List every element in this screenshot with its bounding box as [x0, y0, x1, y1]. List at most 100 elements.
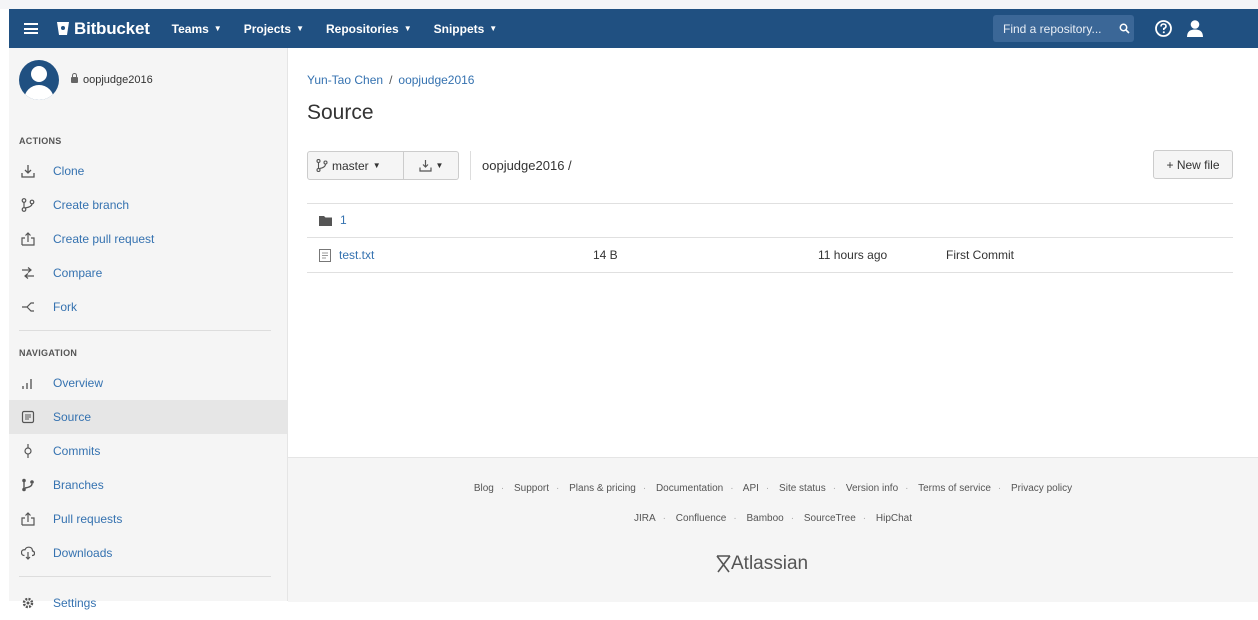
sidebar-item-create-pull-request[interactable]: Create pull request [9, 222, 287, 256]
sidebar-item-pull-requests[interactable]: Pull requests [9, 502, 287, 536]
folder-icon [319, 215, 332, 226]
branch-icon [316, 159, 328, 172]
chevron-down-icon: ▼ [213, 24, 222, 33]
actions-heading: ACTIONS [19, 136, 62, 146]
sidebar-item-label: Downloads [53, 546, 113, 560]
repository-search [993, 15, 1134, 42]
toolbar-separator [470, 151, 471, 180]
sidebar-item-label: Branches [53, 478, 104, 492]
table-row[interactable]: 1 [307, 203, 1233, 237]
sidebar-item-compare[interactable]: Compare [9, 256, 287, 290]
sidebar-divider [19, 330, 271, 331]
sidebar-item-clone[interactable]: Clone [9, 154, 287, 188]
chevron-down-icon: ▼ [489, 24, 498, 33]
sidebar-item-label: Fork [53, 300, 77, 314]
repo-name: oopjudge2016 [83, 74, 153, 86]
footer-link-site-status[interactable]: Site status [779, 483, 826, 494]
chevron-down-icon: ▼ [435, 161, 444, 170]
sidebar-item-downloads[interactable]: Downloads [9, 536, 287, 570]
nav-projects-label: Projects [243, 21, 292, 36]
footer-link-jira[interactable]: JIRA [634, 513, 656, 524]
download-button[interactable]: ▼ [404, 151, 459, 180]
sidebar-item-label: Clone [53, 164, 85, 178]
help-icon[interactable] [1154, 19, 1173, 38]
breadcrumb-repo-link[interactable]: oopjudge2016 [398, 73, 474, 87]
row-divider [307, 272, 1233, 273]
nav-snippets[interactable]: Snippets ▼ [434, 22, 498, 36]
source-toolbar: master ▼ ▼ oopjudge2016 / [307, 150, 572, 181]
top-navigation-bar: Bitbucket Teams ▼ Projects ▼ Repositories ▼… [9, 9, 1258, 48]
breadcrumb-owner-link[interactable]: Yun-Tao Chen [307, 73, 383, 87]
new-file-button[interactable]: + New file [1153, 150, 1233, 179]
file-name-link[interactable]: 1 [340, 213, 347, 227]
nav-repositories[interactable]: Repositories ▼ [326, 22, 412, 36]
current-path: oopjudge2016 / [482, 158, 572, 173]
sidebar-item-label: Overview [53, 376, 104, 390]
sidebar-item-fork[interactable]: Fork [9, 290, 287, 324]
footer-link-plans-pricing[interactable]: Plans & pricing [569, 483, 636, 494]
repo-name-link[interactable]: oopjudge2016 [71, 73, 153, 86]
file-modified-time: 11 hours ago [818, 248, 888, 262]
sidebar-item-source[interactable]: Source [9, 400, 287, 434]
footer-link-sourcetree[interactable]: SourceTree [804, 513, 856, 524]
chevron-down-icon: ▼ [296, 24, 304, 33]
file-text-icon [319, 248, 331, 262]
lock-icon [71, 73, 78, 83]
download-icon [418, 160, 432, 172]
repo-header: oopjudge2016 [19, 60, 153, 100]
file-name-link[interactable]: test.txt [339, 248, 374, 262]
sidebar-item-commits[interactable]: Commits [9, 434, 287, 468]
nav-teams[interactable]: Teams ▼ [172, 22, 222, 36]
top-edge [0, 0, 1258, 9]
search-icon[interactable] [1119, 23, 1130, 34]
footer-link-hipchat[interactable]: HipChat [876, 513, 912, 524]
sidebar-divider [19, 576, 271, 577]
nav-teams-label: Teams [171, 21, 209, 36]
footer-link-blog[interactable]: Blog [474, 483, 494, 494]
sidebar-item-label: Commits [53, 444, 101, 458]
footer-link-version-info[interactable]: Version info [846, 483, 898, 494]
footer-link-support[interactable]: Support [514, 483, 549, 494]
page-title: Source [307, 101, 374, 124]
menu-icon[interactable] [24, 23, 38, 34]
navigation-heading: NAVIGATION [19, 348, 78, 358]
avatar[interactable] [19, 60, 59, 100]
bitbucket-logo[interactable]: Bitbucket [56, 19, 150, 39]
pull-request-icon [17, 232, 39, 246]
atlassian-logo-icon [716, 555, 731, 573]
footer-links-row2: JIRA · Confluence · Bamboo · SourceTree · Hi… [633, 513, 913, 524]
user-icon[interactable] [1185, 18, 1205, 38]
footer-link-confluence[interactable]: Confluence [676, 513, 727, 524]
footer-link-documentation[interactable]: Documentation [656, 483, 723, 494]
settings-icon [17, 596, 39, 610]
footer: Blog · Support · Plans & pricing · Document… [288, 457, 1258, 602]
nav-repositories-label: Repositories [326, 21, 399, 36]
sidebar-item-label: Create pull request [53, 232, 155, 246]
source-icon [17, 410, 39, 424]
nav-projects[interactable]: Projects ▼ [244, 22, 304, 36]
commits-icon [17, 444, 39, 458]
sidebar: oopjudge2016 ACTIONS Clone Create branch… [9, 48, 288, 610]
footer-link-api[interactable]: API [743, 483, 759, 494]
overview-icon [17, 376, 39, 390]
search-input[interactable] [1001, 20, 1115, 37]
sidebar-item-settings[interactable]: Settings [9, 586, 287, 620]
sidebar-item-create-branch[interactable]: Create branch [9, 188, 287, 222]
table-row[interactable]: test.txt 14 B 11 hours ago First Commit [307, 238, 1233, 272]
pull-requests-icon [17, 512, 39, 526]
file-size: 14 B [593, 248, 618, 262]
sidebar-item-branches[interactable]: Branches [9, 468, 287, 502]
sidebar-item-overview[interactable]: Overview [9, 366, 287, 400]
atlassian-logo[interactable]: Atlassian [716, 553, 808, 575]
sidebar-item-label: Compare [53, 266, 103, 280]
branch-selector[interactable]: master ▼ [307, 151, 404, 180]
sidebar-item-label: Create branch [53, 198, 130, 212]
compare-icon [17, 266, 39, 280]
footer-link-terms[interactable]: Terms of service [918, 483, 991, 494]
clone-icon [17, 164, 39, 178]
footer-link-privacy[interactable]: Privacy policy [1011, 483, 1072, 494]
footer-links-row1: Blog · Support · Plans & pricing · Document… [473, 483, 1073, 494]
footer-link-bamboo[interactable]: Bamboo [747, 513, 784, 524]
atlassian-brand: Atlassian [731, 553, 809, 574]
branch-icon [17, 198, 39, 212]
